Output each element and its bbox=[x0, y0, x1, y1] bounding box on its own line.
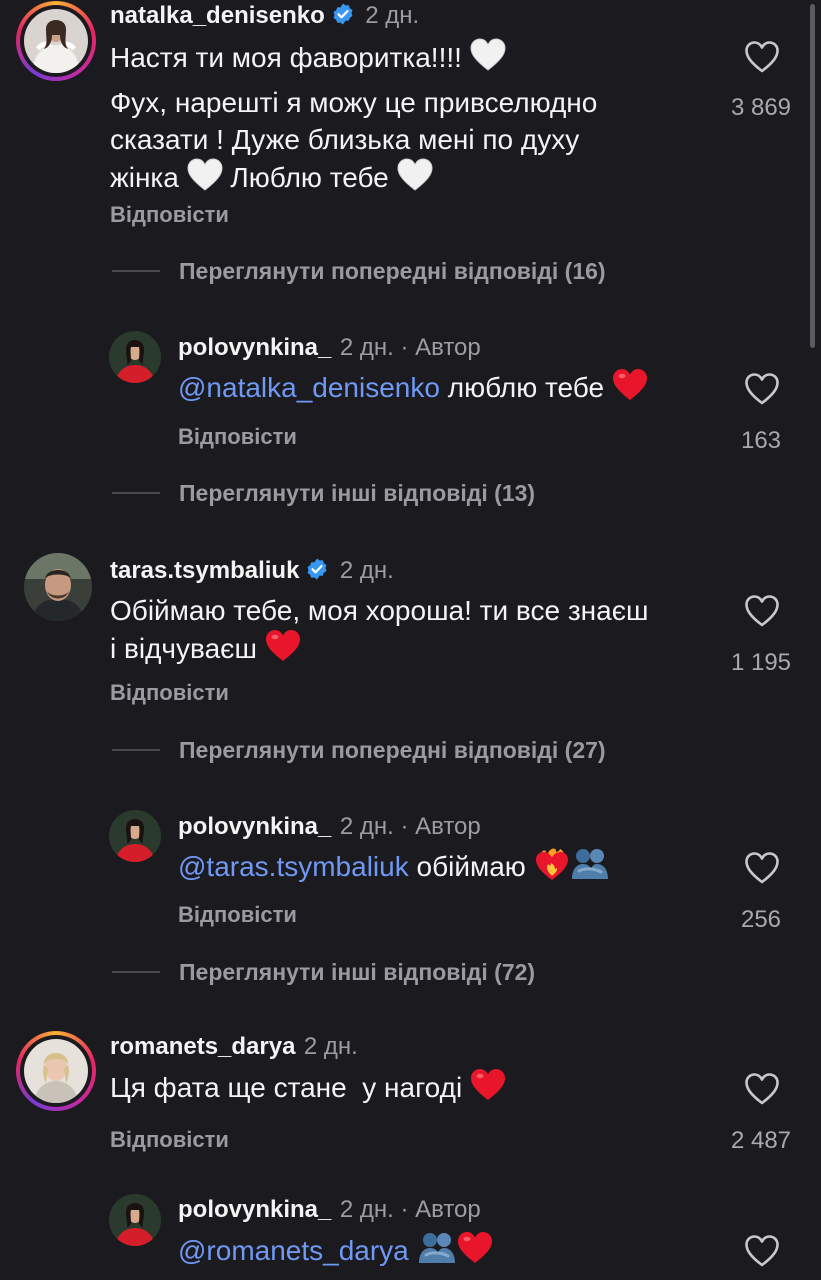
avatar-photo-natalka bbox=[24, 9, 88, 73]
like-count: 163 bbox=[740, 427, 782, 454]
mention-link[interactable]: @romanets_darya bbox=[178, 1235, 409, 1266]
white-heart-emoji bbox=[397, 158, 433, 192]
divider-line bbox=[112, 270, 160, 272]
mention-link[interactable]: @taras.tsymbaliuk bbox=[178, 851, 409, 882]
reply-text-body: обіймаю bbox=[416, 851, 526, 882]
like-heart-icon[interactable] bbox=[744, 1234, 780, 1268]
avatar[interactable] bbox=[109, 810, 161, 862]
comment-line: і відчуваєш bbox=[110, 633, 257, 664]
comment-line: Настя ти моя фаворитка!!!! bbox=[110, 42, 462, 73]
reply-username[interactable]: polovynkina_ bbox=[178, 334, 331, 361]
people-hugging-emoji bbox=[570, 847, 610, 881]
comment-text: Обіймаю тебе, моя хороша! ти все знаєш і… bbox=[110, 592, 720, 667]
like-count: 1 195 bbox=[730, 649, 792, 676]
avatar[interactable] bbox=[109, 331, 161, 383]
avatar[interactable] bbox=[16, 1031, 96, 1111]
comment-username[interactable]: natalka_denisenko bbox=[110, 2, 325, 29]
reply-button[interactable]: Відповісти bbox=[110, 202, 229, 228]
like-heart-icon[interactable] bbox=[744, 372, 780, 406]
comment-text: Ця фата ще стане у нагоді bbox=[110, 1068, 720, 1106]
comment-line: Обіймаю тебе, моя хороша! ти все знаєш bbox=[110, 595, 649, 626]
like-heart-icon[interactable] bbox=[744, 1072, 780, 1106]
comment-line: сказати ! Дуже близька мені по духу bbox=[110, 124, 580, 155]
comment-time: 2 дн. bbox=[365, 2, 420, 29]
comment-username[interactable]: romanets_darya bbox=[110, 1033, 295, 1060]
view-previous-replies-button[interactable]: Переглянути попередні відповіді (27) bbox=[179, 737, 606, 764]
reply-text: @natalka_denisenko люблю тебе bbox=[178, 368, 648, 406]
avatar[interactable] bbox=[109, 1194, 161, 1246]
comment-line: Ця фата ще стане у нагоді bbox=[110, 1072, 463, 1103]
like-heart-icon[interactable] bbox=[744, 594, 780, 628]
avatar[interactable] bbox=[24, 553, 92, 621]
comment-text: Настя ти моя фаворитка!!!! Фух, нарешті … bbox=[110, 38, 720, 196]
reply-text-body: люблю тебе bbox=[447, 372, 605, 403]
divider-line bbox=[112, 971, 160, 973]
avatar[interactable] bbox=[16, 1, 96, 81]
avatar-photo-polovynkina bbox=[109, 1194, 161, 1246]
like-count: 3 869 bbox=[730, 94, 792, 121]
heart-on-fire-emoji bbox=[534, 847, 570, 881]
avatar-photo-romanets bbox=[24, 1039, 88, 1103]
reply-button[interactable]: Відповісти bbox=[110, 1127, 229, 1153]
view-previous-replies-button[interactable]: Переглянути попередні відповіді (16) bbox=[179, 258, 606, 285]
reply-button[interactable]: Відповісти bbox=[178, 424, 297, 450]
reply-username[interactable]: polovynkina_ bbox=[178, 1196, 331, 1223]
reply-text: @taras.tsymbaliuk обіймаю bbox=[178, 847, 610, 885]
people-hugging-emoji bbox=[417, 1231, 457, 1265]
comment-line: Люблю тебе bbox=[230, 162, 389, 193]
mention-link[interactable]: @natalka_denisenko bbox=[178, 372, 440, 403]
divider-line bbox=[112, 492, 160, 494]
red-heart-emoji bbox=[612, 368, 648, 402]
reply-time: 2 дн. · Автор bbox=[339, 334, 481, 361]
verified-badge-icon bbox=[305, 557, 329, 581]
view-more-replies-button[interactable]: Переглянути інші відповіді (13) bbox=[179, 480, 535, 507]
verified-badge-icon bbox=[331, 2, 355, 26]
avatar-photo-polovynkina bbox=[109, 331, 161, 383]
white-heart-emoji bbox=[470, 38, 506, 72]
reply-button[interactable]: Відповісти bbox=[110, 680, 229, 706]
comment-line: жінка bbox=[110, 162, 179, 193]
like-heart-icon[interactable] bbox=[744, 851, 780, 885]
white-heart-emoji bbox=[187, 158, 223, 192]
comment-line: Фух, нарешті я можу це привселюдно bbox=[110, 87, 598, 118]
comment-time: 2 дн. bbox=[339, 557, 394, 584]
avatar-photo-taras bbox=[24, 553, 92, 621]
like-heart-icon[interactable] bbox=[744, 40, 780, 74]
comment-username[interactable]: taras.tsymbaliuk bbox=[110, 557, 299, 584]
avatar-photo-polovynkina bbox=[109, 810, 161, 862]
like-count: 256 bbox=[740, 906, 782, 933]
red-heart-emoji bbox=[470, 1068, 506, 1102]
reply-time: 2 дн. · Автор bbox=[339, 813, 481, 840]
like-count: 2 487 bbox=[730, 1127, 792, 1154]
red-heart-emoji bbox=[457, 1231, 493, 1265]
comment-time: 2 дн. bbox=[303, 1033, 358, 1060]
reply-time: 2 дн. · Автор bbox=[339, 1196, 481, 1223]
red-heart-emoji bbox=[265, 629, 301, 663]
reply-button[interactable]: Відповісти bbox=[178, 902, 297, 928]
divider-line bbox=[112, 749, 160, 751]
reply-username[interactable]: polovynkina_ bbox=[178, 813, 331, 840]
reply-text: @romanets_darya bbox=[178, 1231, 493, 1269]
view-more-replies-button[interactable]: Переглянути інші відповіді (72) bbox=[179, 959, 535, 986]
scrollbar[interactable] bbox=[810, 4, 815, 348]
